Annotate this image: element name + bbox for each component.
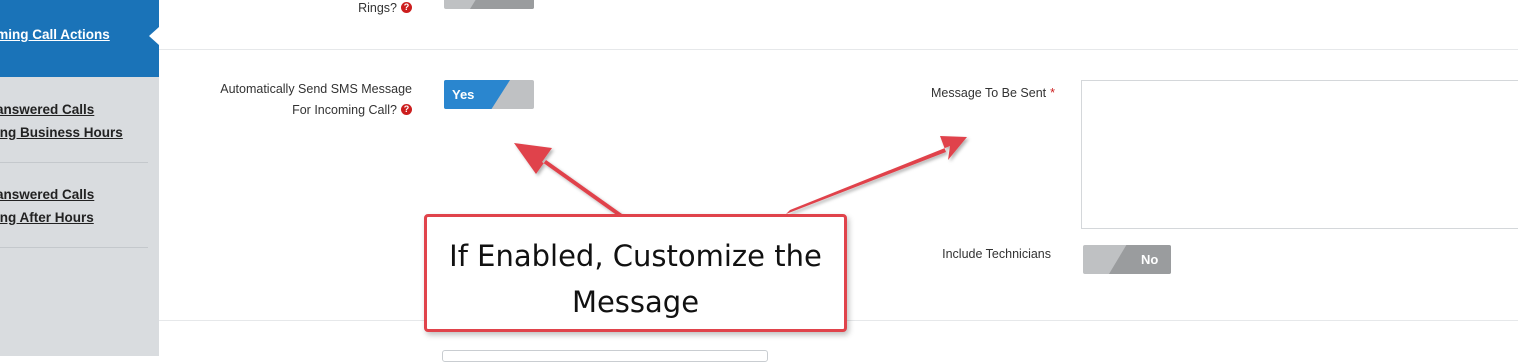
toggle-off-segment	[1109, 245, 1171, 274]
include-technicians-toggle[interactable]: No	[1083, 245, 1171, 274]
sidebar-item-label[interactable]: answered Calls	[0, 187, 94, 202]
bottom-input-field[interactable]	[442, 350, 768, 362]
sidebar-item-label[interactable]: oming Call Actions	[0, 27, 110, 42]
sidebar-item-label[interactable]: ing After Hours	[0, 210, 94, 225]
toggle-label: Yes	[452, 87, 475, 102]
include-technicians-label-text: Include Technicians	[942, 247, 1051, 261]
row-divider	[159, 49, 1518, 50]
sms-label-line1: Automatically Send SMS Message	[220, 82, 412, 96]
sidebar: oming Call Actions answered Calls ing Bu…	[0, 0, 159, 356]
message-label-text: Message To Be Sent	[931, 86, 1047, 100]
sidebar-item-unanswered-business-hours[interactable]: answered Calls ing Business Hours	[0, 78, 148, 163]
rings-label: Rings??	[358, 0, 412, 19]
include-technicians-label: Include Technicians	[942, 244, 1051, 265]
required-asterisk: *	[1050, 86, 1055, 100]
rings-toggle[interactable]	[444, 0, 534, 9]
annotation-callout: If Enabled, Customize the Message	[424, 214, 847, 332]
sms-label: Automatically Send SMS Message For Incom…	[220, 79, 412, 121]
question-circle-icon[interactable]: ?	[401, 104, 412, 116]
annotation-text: If Enabled, Customize the Message	[427, 233, 844, 325]
sidebar-item-label[interactable]: answered Calls	[0, 102, 94, 117]
message-textarea[interactable]	[1081, 80, 1518, 229]
annotation-line1: If Enabled, Customize the	[449, 239, 822, 273]
sms-label-line2: For Incoming Call?	[292, 103, 397, 117]
sidebar-item-unanswered-after-hours[interactable]: answered Calls ing After Hours	[0, 163, 148, 248]
toggle-off-segment	[470, 0, 534, 9]
annotation-line2: Message	[571, 285, 700, 319]
sidebar-item-incoming-call-actions[interactable]: oming Call Actions	[0, 0, 159, 77]
question-circle-icon[interactable]: ?	[401, 2, 412, 14]
toggle-label: No	[1141, 252, 1159, 267]
message-label: Message To Be Sent *	[931, 83, 1055, 104]
arrow-right-icon	[786, 136, 967, 214]
rings-label-text: Rings?	[358, 1, 397, 15]
sms-toggle[interactable]: Yes	[444, 80, 534, 109]
active-indicator-notch	[149, 27, 159, 45]
sidebar-item-label[interactable]: ing Business Hours	[0, 125, 123, 140]
arrow-left-icon	[514, 143, 622, 216]
